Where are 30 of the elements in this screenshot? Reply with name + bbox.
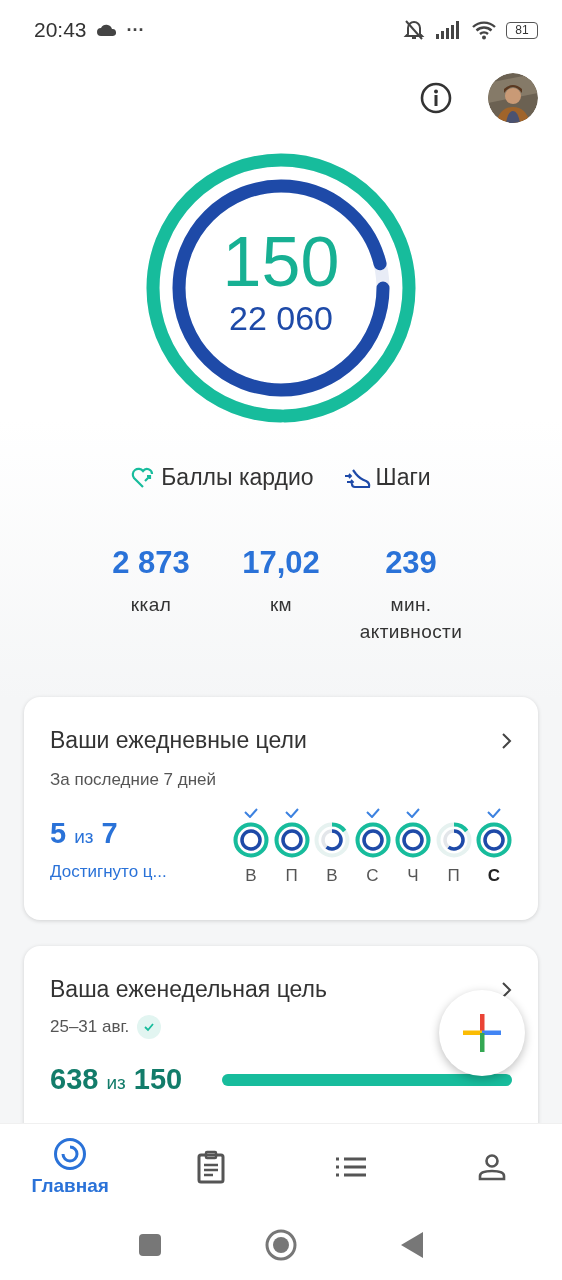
daily-goals-card[interactable]: Ваши ежедневные цели За последние 7 дней 5 из 7 Достигнуто ц... В П В С Ч П С <box>24 697 538 920</box>
weekday-label: П <box>285 866 298 886</box>
goals-count: 5 из 7 <box>50 817 119 850</box>
legend-label: Шаги <box>375 464 431 491</box>
steps-value: 22 060 <box>229 299 333 337</box>
stat-value: 2 873 <box>112 545 190 581</box>
weekly-progress-value: 638 из 150 <box>50 1063 183 1096</box>
clock: 20:43 <box>34 18 87 42</box>
weekday-label: В <box>245 866 257 886</box>
stat-value: 239 <box>385 545 437 581</box>
battery-indicator: 81 <box>506 21 538 39</box>
weekday-label: В <box>326 866 338 886</box>
nav-tab[interactable]: Главная <box>25 1137 116 1197</box>
stat-label: км <box>268 593 294 617</box>
stat-label: мин. активности <box>358 593 464 644</box>
weekday-label: П <box>447 866 460 886</box>
goals-link[interactable]: Достигнуто ц... <box>50 862 167 882</box>
legend-label: Баллы кардио <box>161 464 314 491</box>
card-subtitle: За последние 7 дней <box>50 770 218 790</box>
card-title: Ваша еженедельная цель <box>50 976 327 1003</box>
more-notifications: ··· <box>126 19 145 41</box>
weekday-label: С <box>366 866 379 886</box>
cardio-points-value: 150 <box>222 225 340 299</box>
weekly-goal-card[interactable]: Ваша еженедельная цель 25–31 авг. 638 из 150 <box>24 946 538 1123</box>
stat-value: 17,02 <box>242 545 320 581</box>
stat-label: ккал <box>129 593 173 617</box>
card-title: Ваши ежедневные цели <box>50 727 307 754</box>
weekday-label: Ч <box>407 866 419 886</box>
week-dates: 25–31 авг. <box>50 1017 130 1037</box>
weekday-label: С <box>487 866 501 886</box>
